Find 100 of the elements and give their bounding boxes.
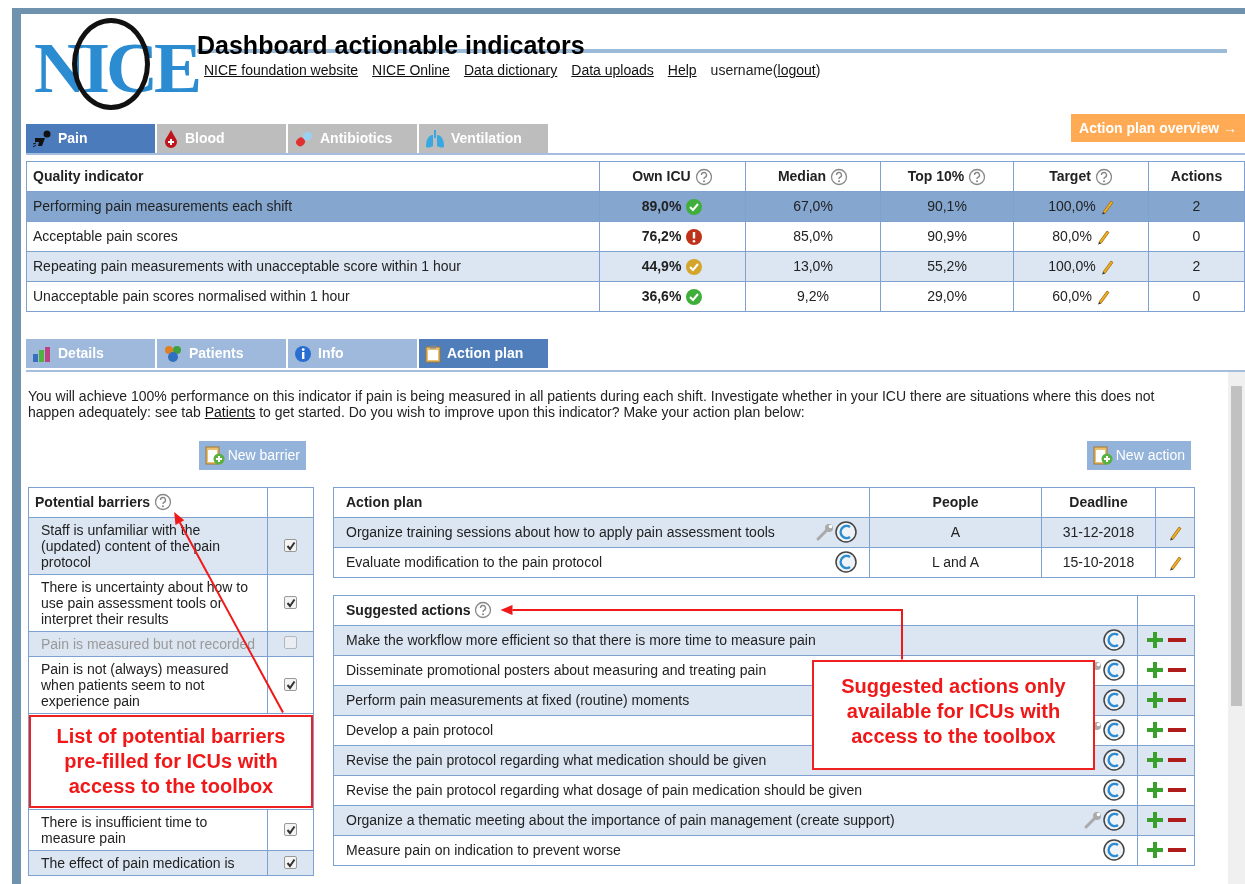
c-logo-icon xyxy=(1103,629,1125,651)
table-cell: 9,2% xyxy=(745,281,881,312)
checkbox[interactable] xyxy=(284,856,297,869)
edit-pencil-icon[interactable] xyxy=(1095,228,1110,245)
column-header: Potential barriers xyxy=(35,494,151,510)
header-link[interactable]: Data uploads xyxy=(571,60,654,81)
tab[interactable]: Pain xyxy=(26,124,155,153)
plus-icon[interactable] xyxy=(1146,631,1164,649)
help-icon xyxy=(154,493,173,511)
plus-icon[interactable] xyxy=(1146,661,1164,679)
barrier-text: The effect of pain medication is xyxy=(28,850,268,875)
table-cell: 2 xyxy=(1148,191,1245,222)
table-cell-text: 36,6% xyxy=(641,287,682,306)
suggested-action-text: Measure pain on indication to prevent worse xyxy=(346,842,621,858)
tab[interactable]: Action plan xyxy=(419,339,548,368)
checkbox[interactable] xyxy=(284,823,297,836)
minus-icon[interactable] xyxy=(1168,697,1186,703)
minus-icon[interactable] xyxy=(1168,667,1186,673)
header-link[interactable]: NICE Online xyxy=(372,60,450,81)
table-cell: 85,0% xyxy=(745,221,881,252)
help-icon xyxy=(474,601,493,619)
indicator-row[interactable]: Acceptable pain scores 76,2% 85,0% 90,9% 80,0% 0 xyxy=(26,221,1245,252)
clipboard-icon xyxy=(425,344,441,363)
minus-icon[interactable] xyxy=(1168,757,1186,763)
suggested-action-text: Perform pain measurements at fixed (routine) moments xyxy=(346,692,690,708)
scrollbar[interactable] xyxy=(1228,372,1245,884)
column-header: Suggested actions xyxy=(346,602,471,618)
pain-figure-icon xyxy=(32,129,52,148)
edit-pencil-icon[interactable] xyxy=(1168,524,1182,541)
header-link[interactable]: NICE foundation website xyxy=(204,60,359,81)
plus-icon[interactable] xyxy=(1146,811,1164,829)
table-cell: 15-10-2018 xyxy=(1041,547,1156,577)
column-header: Deadline xyxy=(1069,494,1128,510)
c-logo-icon xyxy=(1103,749,1125,771)
people-icon xyxy=(163,344,183,363)
table-cell: 90,9% xyxy=(880,221,1014,252)
edit-pencil-icon[interactable] xyxy=(1168,554,1182,571)
minus-icon[interactable] xyxy=(1168,787,1186,793)
minus-icon[interactable] xyxy=(1168,847,1186,853)
column-header: Top 10% xyxy=(907,167,965,186)
c-logo-icon xyxy=(1103,809,1125,831)
plus-icon[interactable] xyxy=(1146,691,1164,709)
table-cell: 55,2% xyxy=(880,251,1014,282)
column-header: Target xyxy=(1049,167,1091,186)
clipboard-plus-icon xyxy=(204,444,225,467)
checkbox[interactable] xyxy=(284,678,297,691)
bar-chart-icon xyxy=(32,345,52,362)
edit-pencil-icon[interactable] xyxy=(1095,288,1110,305)
indicator-row[interactable]: Repeating pain measurements with unacceptable score within 1 hour 44,9% 13,0% 55,2% 100,0% 2 xyxy=(26,251,1245,282)
barrier-text: There is insufficient time to measure pain xyxy=(28,809,268,850)
plus-icon[interactable] xyxy=(1146,751,1164,769)
suggested-action-text: Revise the pain protocol regarding what dosage of pain medication should be given xyxy=(346,782,862,798)
table-cell-text: 44,9% xyxy=(641,257,682,276)
table-cell: A xyxy=(869,517,1042,547)
minus-icon[interactable] xyxy=(1168,817,1186,823)
suggested-action-text: Revise the pain protocol regarding what medication should be given xyxy=(346,752,767,768)
logout-link[interactable]: logout xyxy=(777,62,816,78)
table-cell: 13,0% xyxy=(745,251,881,282)
table-cell: Acceptable pain scores xyxy=(26,221,600,252)
column-header: Median xyxy=(777,167,827,186)
c-logo-icon xyxy=(835,521,857,543)
plus-icon[interactable] xyxy=(1146,841,1164,859)
indicator-row[interactable]: Unacceptable pain scores normalised within 1 hour 36,6% 9,2% 29,0% 60,0% 0 xyxy=(26,281,1245,312)
blood-drop-icon xyxy=(163,128,179,149)
table-cell-text: 89,0% xyxy=(641,197,682,216)
table-cell-text: 76,2% xyxy=(641,227,682,246)
column-header: Own ICU xyxy=(632,167,691,186)
action-text: Organize training sessions about how to apply pain assessment tools xyxy=(346,524,775,540)
table-cell: 29,0% xyxy=(880,281,1014,312)
intro-text: You will achieve 100% performance on this indicator if pain is being measured in all patients during each shift. Investigate whether in your ICU there are situations where this does not happen adequately: see tab Patients to get started. Do you wish to improve upon this indicator? Make your action plan below: xyxy=(28,388,1156,420)
plus-icon[interactable] xyxy=(1146,781,1164,799)
c-logo-icon xyxy=(1103,719,1125,741)
annotation-callout: List of potential barriers pre-filled for ICUs with access to the toolbox xyxy=(29,714,313,808)
minus-icon[interactable] xyxy=(1168,727,1186,733)
table-cell-text: 100,0% xyxy=(1048,257,1096,276)
edit-pencil-icon[interactable] xyxy=(1099,198,1114,215)
table-cell-text: 80,0% xyxy=(1052,227,1092,246)
c-logo-icon xyxy=(835,551,857,573)
checkbox[interactable] xyxy=(284,539,297,552)
checkbox[interactable] xyxy=(284,596,297,609)
username-text: username(logout) xyxy=(710,61,821,80)
table-cell: 90,1% xyxy=(880,191,1014,222)
table-cell: Unacceptable pain scores normalised within 1 hour xyxy=(26,281,600,312)
edit-pencil-icon[interactable] xyxy=(1099,258,1114,275)
table-cell: 0 xyxy=(1148,221,1245,252)
table-cell: 0 xyxy=(1148,281,1245,312)
header-link[interactable]: Help xyxy=(667,60,697,81)
column-header: Action plan xyxy=(346,494,423,510)
suggested-action-text: Disseminate promotional posters about measuring and treating pain xyxy=(346,662,767,678)
table-cell: Performing pain measurements each shift xyxy=(26,191,600,222)
minus-icon[interactable] xyxy=(1168,637,1186,643)
action-text: Evaluate modification to the pain protocol xyxy=(346,554,603,570)
suggested-action-text: Develop a pain protocol xyxy=(346,722,494,738)
header-link[interactable]: Data dictionary xyxy=(463,60,558,81)
plus-icon[interactable] xyxy=(1146,721,1164,739)
indicator-row[interactable]: Performing pain measurements each shift 89,0% 67,0% 90,1% 100,0% 2 xyxy=(26,191,1245,222)
table-cell: 2 xyxy=(1148,251,1245,282)
patients-link[interactable]: Patients xyxy=(204,404,256,420)
table-cell: Repeating pain measurements with unacceptable score within 1 hour xyxy=(26,251,600,282)
table-cell-text: 100,0% xyxy=(1048,197,1096,216)
